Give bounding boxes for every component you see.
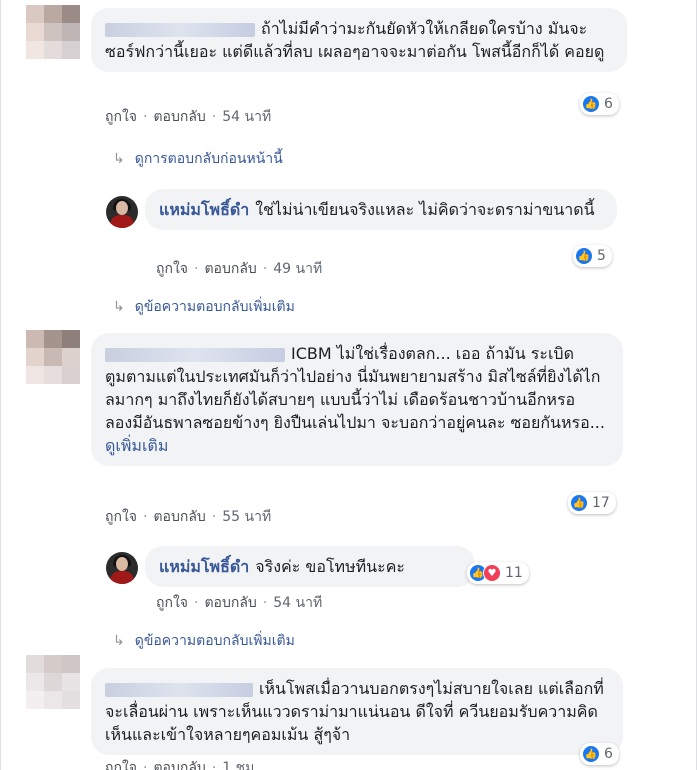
comment-bubble: เห็นโพสเมื่อวานบอกตรงๆไม่สบายใจเลย แต่เล… — [91, 668, 623, 755]
comment-actions: ถูกใจ · ตอบกลับ · 1 ชม. — [105, 757, 259, 770]
reply-link[interactable]: ตอบกลับ — [153, 109, 205, 125]
like-link[interactable]: ถูกใจ — [105, 509, 137, 525]
avatar[interactable] — [26, 655, 80, 709]
commenter-name[interactable]: แหม่มโพธิ์ดำ — [159, 557, 249, 576]
reaction-count[interactable]: 👍 6 — [580, 743, 619, 765]
avatar[interactable] — [106, 552, 138, 584]
timestamp[interactable]: 1 ชม. — [222, 760, 259, 770]
view-previous-replies[interactable]: ↳ ดูการตอบกลับก่อนหน้านี้ — [113, 148, 283, 170]
commenter-name-blurred[interactable] — [105, 347, 285, 362]
like-reaction-icon: 👍 — [575, 247, 593, 265]
timestamp[interactable]: 55 นาที — [222, 509, 271, 525]
reaction-count[interactable]: 👍 17 — [568, 492, 616, 514]
reply-link[interactable]: ตอบกลับ — [153, 760, 205, 770]
like-link[interactable]: ถูกใจ — [105, 760, 137, 770]
reply-bubble: แหม่มโพธิ์ดำ จริงค่ะ ขอโทษทีนะคะ — [145, 546, 475, 587]
reply-link[interactable]: ตอบกลับ — [204, 595, 256, 611]
comment-text: ใช่ไม่น่าเขียนจริงแหละ ไม่คิดว่าจะดราม่า… — [255, 200, 595, 219]
comment-text: จริงค่ะ ขอโทษทีนะคะ — [255, 557, 406, 576]
reply-bubble: แหม่มโพธิ์ดำ ใช่ไม่น่าเขียนจริงแหละ ไม่คิ… — [145, 189, 617, 230]
timestamp[interactable]: 54 นาที — [222, 109, 271, 125]
timestamp[interactable]: 54 นาที — [273, 595, 322, 611]
reaction-count[interactable]: 👍 6 — [580, 93, 619, 115]
commenter-name-blurred[interactable] — [105, 682, 253, 697]
reply-arrow-icon: ↳ — [113, 299, 125, 315]
reply-arrow-icon: ↳ — [113, 633, 125, 649]
view-more-replies[interactable]: ↳ ดูข้อความตอบกลับเพิ่มเติม — [113, 296, 295, 318]
see-more-link[interactable]: ดูเพิ่มเติม — [105, 436, 168, 455]
comment-bubble: ถ้าไม่มีคำว่ามะกันยัดหัวให้เกลียดใครบ้าง… — [91, 8, 627, 72]
comment-actions: ถูกใจ · ตอบกลับ · 49 นาที — [156, 261, 323, 277]
comment-actions: ถูกใจ · ตอบกลับ · 55 นาที — [105, 509, 272, 525]
like-reaction-icon: 👍 — [582, 745, 600, 763]
commenter-name-blurred[interactable] — [105, 22, 255, 37]
like-reaction-icon: 👍 — [582, 95, 600, 113]
reaction-count[interactable]: 👍 5 — [573, 245, 612, 267]
love-reaction-icon: ♥ — [483, 564, 501, 582]
like-link[interactable]: ถูกใจ — [105, 109, 137, 125]
like-reaction-icon: 👍 — [570, 494, 588, 512]
comment-actions: ถูกใจ · ตอบกลับ · 54 นาที — [105, 109, 272, 125]
avatar[interactable] — [106, 196, 138, 228]
reply-link[interactable]: ตอบกลับ — [153, 509, 205, 525]
reply-link[interactable]: ตอบกลับ — [204, 261, 256, 277]
comment-bubble: ICBM ไม่ใช่เรื่องตลก... เออ ถ้ามัน ระเบิ… — [91, 333, 623, 466]
comments-panel: ถ้าไม่มีคำว่ามะกันยัดหัวให้เกลียดใครบ้าง… — [0, 0, 697, 770]
comment-text-continued: ลองมีอันธพาลซอยข้างๆ ยิงปืนเล่นไปมา จะบอ… — [105, 413, 605, 432]
reply-arrow-icon: ↳ — [113, 151, 125, 167]
like-link[interactable]: ถูกใจ — [156, 261, 188, 277]
comment-actions: ถูกใจ · ตอบกลับ · 54 นาที — [156, 595, 323, 611]
reaction-count[interactable]: 👍 ♥ 11 — [467, 562, 529, 584]
view-more-replies[interactable]: ↳ ดูข้อความตอบกลับเพิ่มเติม — [113, 630, 295, 652]
commenter-name[interactable]: แหม่มโพธิ์ดำ — [159, 200, 249, 219]
avatar[interactable] — [26, 5, 80, 59]
avatar[interactable] — [26, 330, 80, 384]
timestamp[interactable]: 49 นาที — [273, 261, 322, 277]
like-link[interactable]: ถูกใจ — [156, 595, 188, 611]
